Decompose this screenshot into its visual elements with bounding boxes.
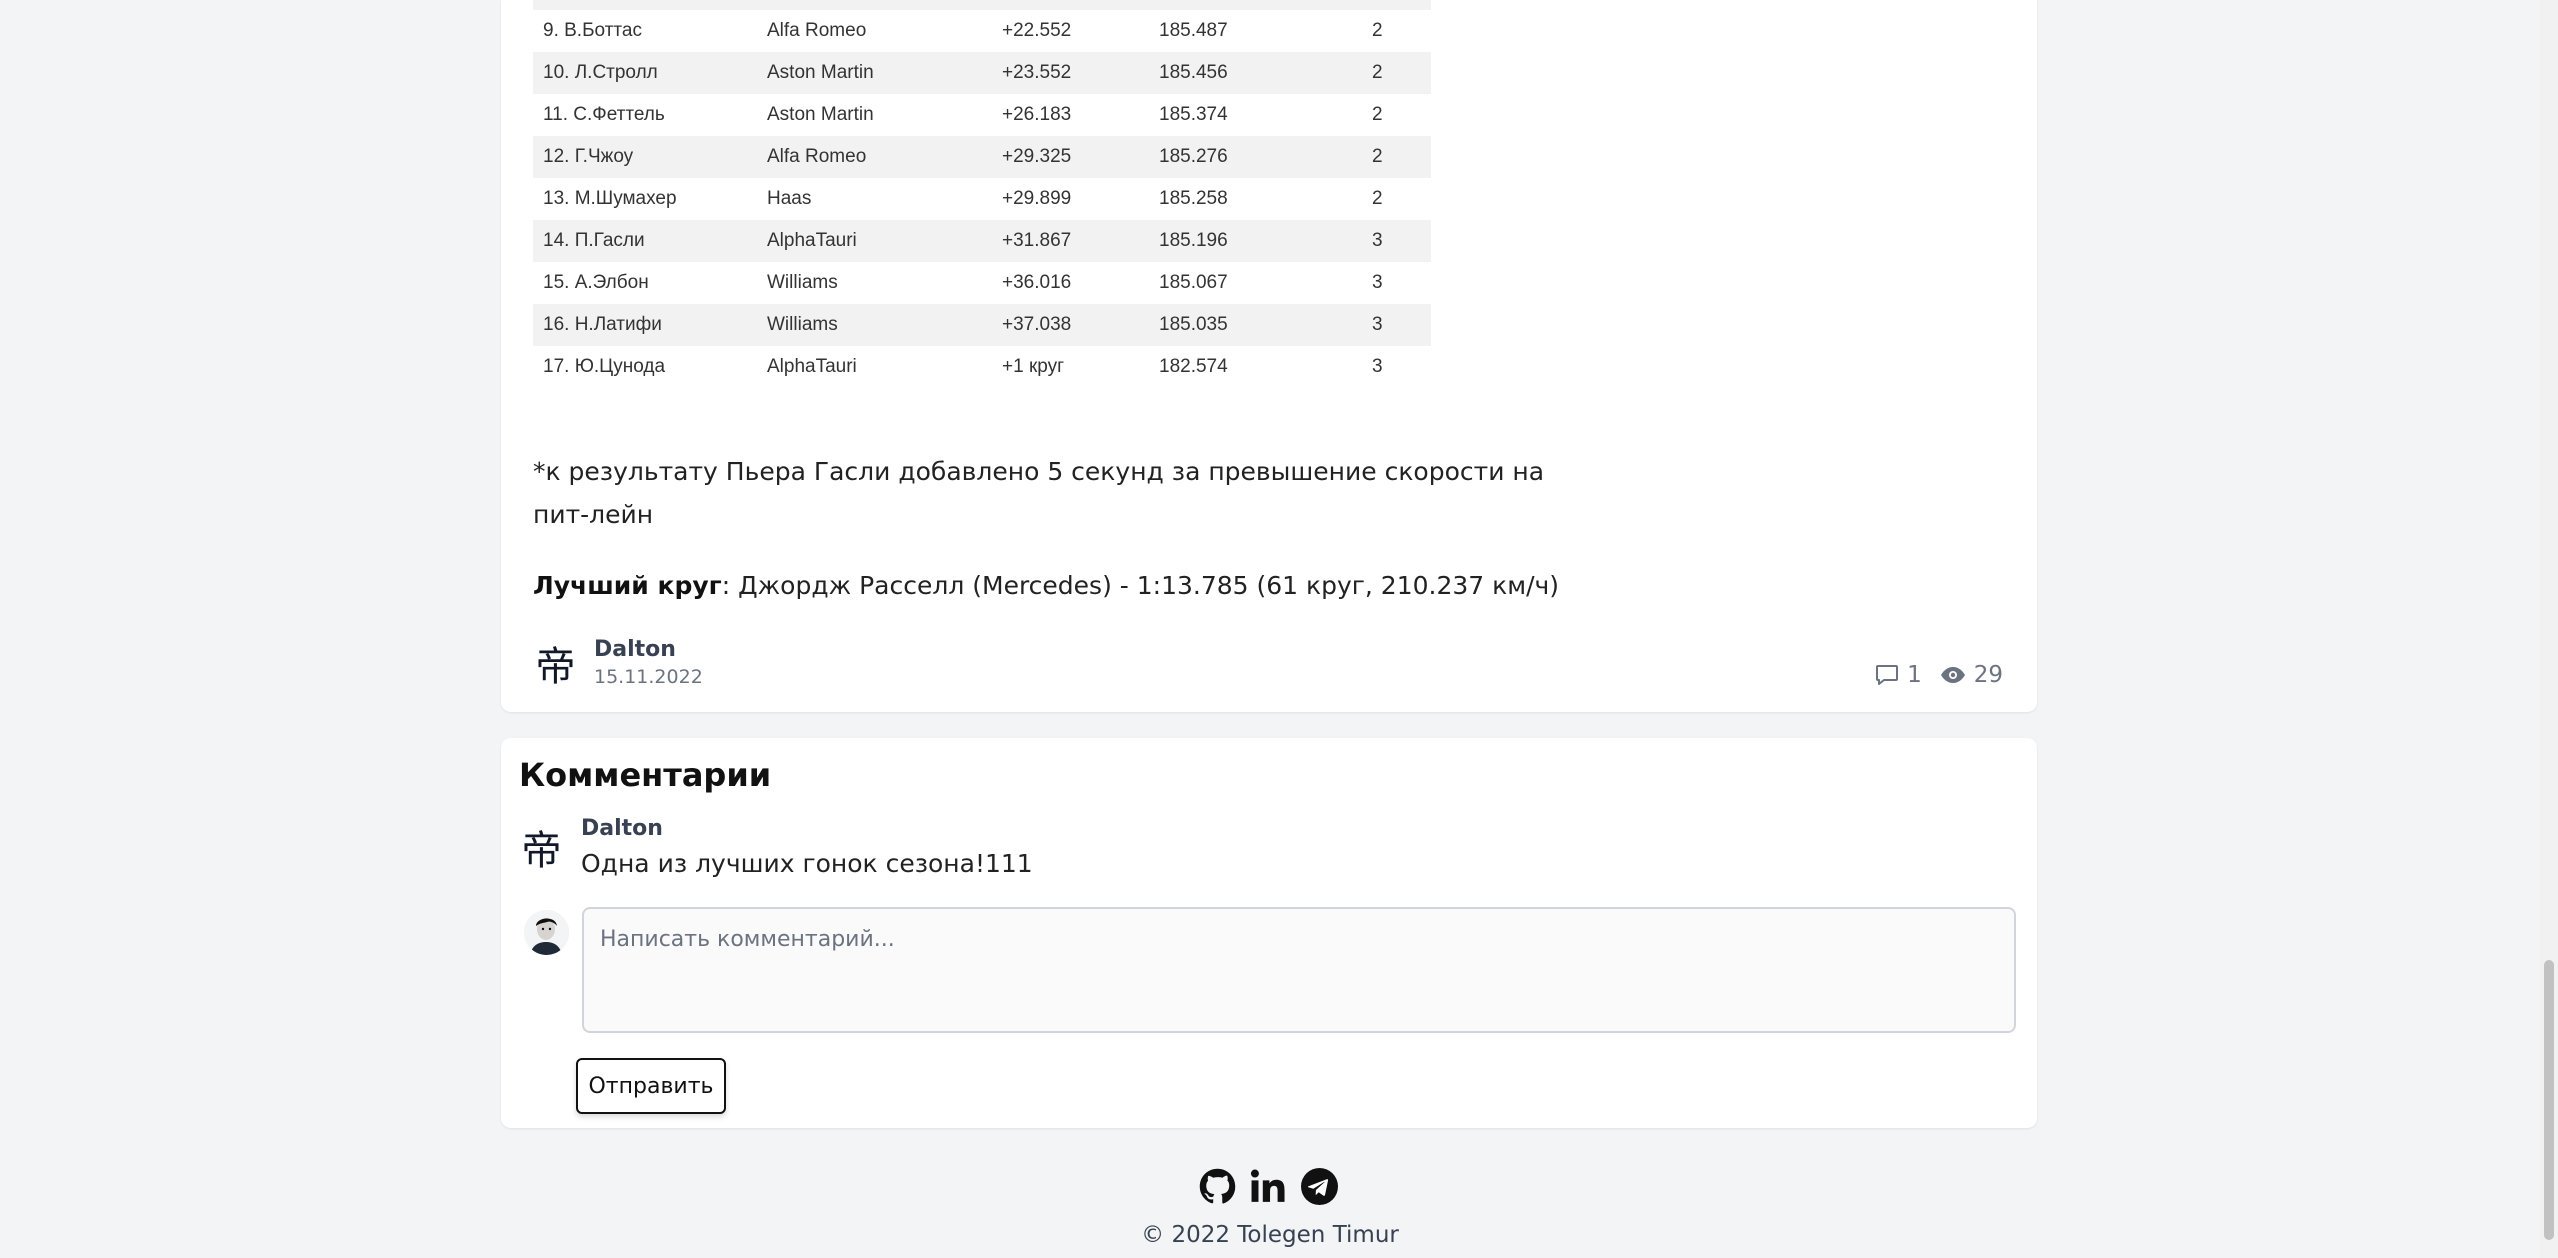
pitstops-cell: 3 (1372, 272, 1383, 293)
best-lap-value: : Джордж Расселл (Mercedes) - 1:13.785 (… (721, 571, 1560, 600)
gap-cell: +26.183 (1002, 104, 1072, 125)
eye-icon (1940, 666, 1966, 684)
best-lap: Лучший круг: Джордж Расселл (Mercedes) -… (533, 571, 1559, 600)
gap-cell: +36.016 (1002, 272, 1072, 293)
article-author[interactable]: 帝 Dalton 15.11.2022 (533, 637, 703, 690)
author-name[interactable]: Dalton (594, 637, 703, 662)
table-row: 14. П.Гасли AlphaTauri +31.867 185.196 3 (533, 220, 1431, 262)
table-row: 10. Л.Стролл Aston Martin +23.552 185.456 2 (533, 52, 1431, 94)
telegram-icon[interactable] (1301, 1168, 1338, 1205)
comments-section: Комментарии 帝 Dalton Одна из лучших гоно… (501, 738, 2037, 1128)
team-cell: Williams (767, 304, 1002, 346)
team-cell: Haas (767, 188, 812, 209)
gap-cell: +1 круг (1002, 356, 1065, 377)
scrollbar[interactable] (2540, 0, 2558, 1258)
comments-title: Комментарии (519, 756, 772, 794)
table-row: 15. А.Элбон Williams +36.016 185.067 3 (533, 262, 1431, 304)
pitstops-cell: 3 (1372, 220, 1431, 262)
team-cell: Williams (767, 272, 838, 293)
gap-cell: +22.552 (1002, 20, 1072, 41)
comment-item: 帝 Dalton Одна из лучших гонок сезона!111 (519, 816, 1033, 878)
gap-cell: +29.899 (1002, 188, 1072, 209)
comment-icon (1875, 664, 1899, 686)
gap-cell: +37.038 (1002, 304, 1159, 346)
team-cell: Alfa Romeo (767, 136, 1002, 178)
comment-input[interactable] (582, 907, 2016, 1033)
driver-cell: 16. Н.Латифи (533, 304, 767, 346)
pitstops-cell: 2 (1372, 20, 1383, 41)
comment-text: Одна из лучших гонок сезона!111 (581, 849, 1033, 878)
team-cell: AlphaTauri (767, 356, 857, 377)
table-row: 16. Н.Латифи Williams +37.038 185.035 3 (533, 304, 1431, 346)
team-cell: Alfa Romeo (767, 20, 867, 41)
results-table: 9. В.Боттас Alfa Romeo +22.552 185.487 2 10. … (533, 0, 1431, 388)
current-user-avatar (524, 910, 569, 955)
driver-cell: 10. Л.Стролл (533, 52, 767, 94)
pitstops-cell: 2 (1372, 104, 1383, 125)
table-row: 9. В.Боттас Alfa Romeo +22.552 185.487 2 (533, 10, 1431, 52)
speed-cell: 182.574 (1159, 356, 1228, 377)
views-count: 29 (1973, 662, 2003, 688)
speed-cell: 185.067 (1159, 272, 1228, 293)
driver-cell: 11. С.Феттель (543, 104, 665, 125)
github-icon[interactable] (1199, 1168, 1236, 1205)
speed-cell: 185.258 (1159, 188, 1228, 209)
driver-cell: 12. Г.Чжоу (533, 136, 767, 178)
post-date: 15.11.2022 (594, 666, 703, 688)
gap-cell: +23.552 (1002, 52, 1159, 94)
driver-cell: 15. А.Элбон (543, 272, 649, 293)
table-row: 13. М.Шумахер Haas +29.899 185.258 2 (533, 178, 1431, 220)
pitstops-cell: 2 (1372, 188, 1383, 209)
comments-count: 1 (1907, 662, 1922, 688)
penalty-note: *к результату Пьера Гасли добавлено 5 се… (533, 457, 1545, 529)
pitstops-cell: 2 (1372, 52, 1431, 94)
driver-cell: 17. Ю.Цунода (543, 356, 666, 377)
social-links (1199, 1168, 1338, 1205)
speed-cell: 185.374 (1159, 104, 1228, 125)
scrollbar-thumb[interactable] (2544, 960, 2554, 1240)
speed-cell: 185.035 (1159, 304, 1372, 346)
post-stats: 1 29 (1875, 662, 2003, 688)
pitstops-cell: 3 (1372, 356, 1383, 377)
speed-cell: 185.196 (1159, 220, 1372, 262)
pitstops-cell: 3 (1372, 304, 1431, 346)
driver-cell: 13. М.Шумахер (543, 188, 677, 209)
linkedin-icon[interactable] (1250, 1168, 1287, 1205)
table-row: 11. С.Феттель Aston Martin +26.183 185.374 2 (533, 94, 1431, 136)
team-cell: Aston Martin (767, 104, 874, 125)
comment-author[interactable]: Dalton (581, 816, 1033, 841)
speed-cell: 185.456 (1159, 52, 1372, 94)
avatar[interactable]: 帝 (533, 640, 578, 690)
speed-cell: 185.276 (1159, 136, 1372, 178)
driver-cell: 9. В.Боттас (543, 20, 642, 41)
best-lap-label: Лучший круг (533, 571, 722, 600)
gap-cell: +29.325 (1002, 136, 1159, 178)
speed-cell: 185.487 (1159, 20, 1228, 41)
copyright: © 2022 Tolegen Timur (1141, 1222, 1399, 1248)
pitstops-cell: 2 (1372, 136, 1431, 178)
team-cell: AlphaTauri (767, 220, 1002, 262)
team-cell: Aston Martin (767, 52, 1002, 94)
submit-comment-button[interactable]: Отправить (576, 1058, 726, 1114)
table-row: 17. Ю.Цунода AlphaTauri +1 круг 182.574 3 (533, 346, 1431, 388)
avatar[interactable]: 帝 (519, 824, 564, 874)
table-row: 12. Г.Чжоу Alfa Romeo +29.325 185.276 2 (533, 136, 1431, 178)
article-card: 9. В.Боттас Alfa Romeo +22.552 185.487 2 10. … (501, 0, 2037, 712)
gap-cell: +31.867 (1002, 220, 1159, 262)
driver-cell: 14. П.Гасли (533, 220, 767, 262)
